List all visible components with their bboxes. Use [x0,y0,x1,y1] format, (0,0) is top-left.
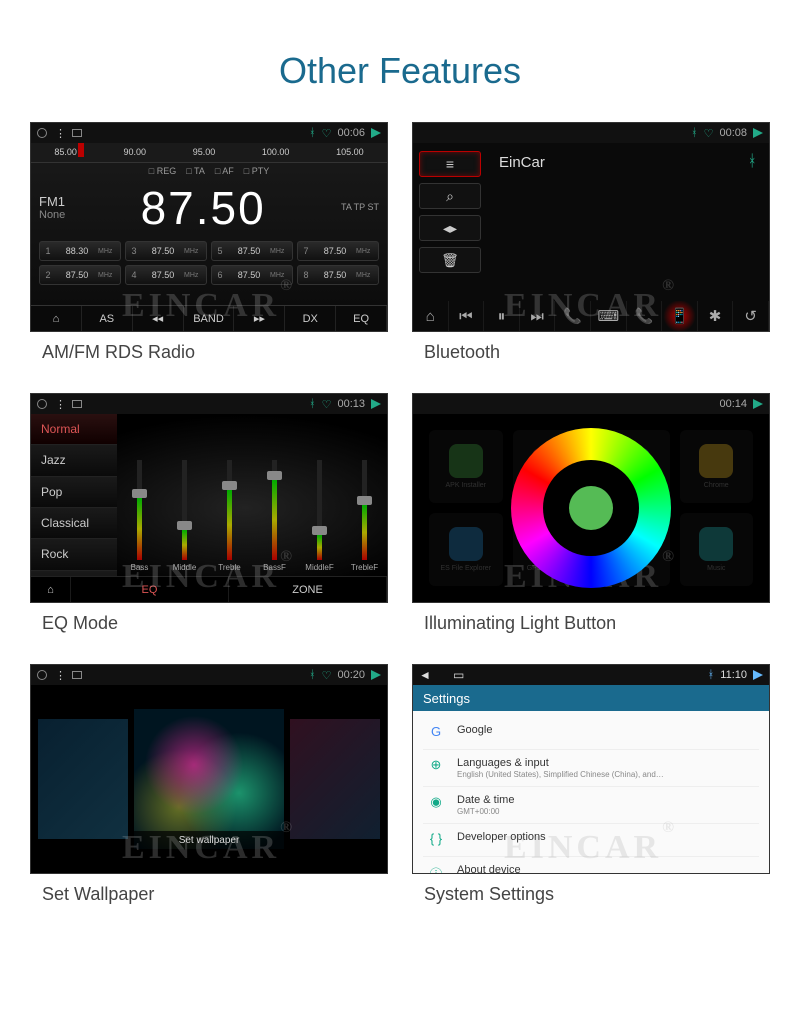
eq-slider[interactable]: TrebleF [352,460,378,572]
bt-nav-button[interactable]: 📞 [555,301,591,331]
eq-preset-item[interactable]: Normal [31,414,117,445]
caption-bluetooth: Bluetooth [412,332,770,373]
bluetooth-icon: ᚼ [691,127,698,139]
status-bar: ⋮ ᚼ♡00:13 [31,394,387,414]
preset-button[interactable]: 287.50MHz [39,265,121,285]
set-wallpaper-button[interactable]: Set wallpaper [134,831,284,849]
eq-slider[interactable]: Middle [172,460,198,572]
status-bar: ◄ ▭ ᚼ11:10 [413,665,769,685]
back-icon[interactable] [753,128,763,138]
signal-flags: TA TP ST [341,202,379,214]
back-icon[interactable] [753,399,763,409]
back-icon[interactable] [371,399,381,409]
eq-slider[interactable]: Bass [127,460,153,572]
eq-preset-item[interactable]: Rock [31,539,117,570]
settings-item[interactable]: GGoogle [423,717,759,750]
bt-nav-button[interactable]: ↺ [733,301,769,331]
preset-button[interactable]: 787.50MHz [297,241,379,261]
eq-preset-item[interactable]: Jazz [31,445,117,476]
caption-radio: AM/FM RDS Radio [30,332,388,373]
eq-preset-item[interactable]: Pop [31,477,117,508]
preset-button[interactable]: 587.50MHz [211,241,293,261]
app-icon[interactable]: Music [680,513,754,586]
card-light: 00:14 APK Installer Chrome ES File Explore… [412,393,770,644]
frequency-dial[interactable]: 85.0090.0095.00100.00105.00 [31,143,387,163]
card-bluetooth: ᚼ♡00:08 ≡⌕◂▸🗑 EinCar ᚼ ⌂⏮⏸⏭📞⌨📞📱✱↺ [412,122,770,373]
caption-settings: System Settings [412,874,770,915]
radio-nav-button[interactable]: BAND [184,306,235,331]
app-icon[interactable]: ES File Explorer [429,513,503,586]
card-wallpaper: ⋮ ᚼ♡00:20 Set wallpaper EINCAR® Set Wall… [30,664,388,915]
bluetooth-device-name: EinCar [499,154,545,171]
settings-item[interactable]: ⓘAbout deviceAndroid 7.1.2 [423,857,759,874]
status-bar: ⋮ ᚼ♡00:20 [31,665,387,685]
wallpaper-thumb-next[interactable] [290,719,380,839]
bt-nav-button[interactable]: ⌂ [413,301,449,331]
preset-button[interactable]: 887.50MHz [297,265,379,285]
status-time: 00:06 [337,127,365,139]
rds-tags: □ REG□ TA□ AF□ PTY [31,163,387,179]
bt-nav-button[interactable]: ✱ [698,301,734,331]
wallpaper-preview[interactable]: Set wallpaper [134,709,284,849]
card-settings: ◄ ▭ ᚼ11:10 Settings GGoogle⊕Languages & … [412,664,770,915]
feature-grid: ⋮ ᚼ♡00:06 85.0090.0095.00100.00105.00 □ … [30,122,770,915]
settings-item[interactable]: ⊕Languages & inputEnglish (United States… [423,750,759,787]
page-title: Other Features [30,50,770,92]
zone-tab[interactable]: ZONE [229,577,387,602]
bt-nav-button[interactable]: 📞 [627,301,663,331]
bt-nav-button[interactable]: ⌨ [591,301,627,331]
wallpaper-thumb-prev[interactable] [38,719,128,839]
band-sub: None [39,209,65,221]
bt-side-button[interactable]: ≡ [419,151,481,177]
back-icon[interactable] [371,670,381,680]
card-radio: ⋮ ᚼ♡00:06 85.0090.0095.00100.00105.00 □ … [30,122,388,373]
radio-nav-button[interactable]: ▸▸ [234,306,285,331]
bt-side-button[interactable]: ⌕ [419,183,481,209]
eq-tab[interactable]: EQ [71,577,229,602]
bt-nav-button[interactable]: 📱 [662,301,698,331]
bt-nav-button[interactable]: ⏭ [520,301,556,331]
app-icon[interactable]: APK Installer [429,430,503,503]
card-eq: ⋮ ᚼ♡00:13 NormalJazzPopClassicalRockNews… [30,393,388,644]
status-bar: ⋮ ᚼ♡00:06 [31,123,387,143]
caption-light: Illuminating Light Button [412,603,770,644]
color-center[interactable] [569,486,613,530]
radio-nav-button[interactable]: EQ [336,306,387,331]
eq-preset-item[interactable]: Classical [31,508,117,539]
eq-slider[interactable]: MiddleF [307,460,333,572]
radio-nav-button[interactable]: ◂◂ [133,306,184,331]
settings-item[interactable]: { }Developer options [423,824,759,857]
bt-side-button[interactable]: ◂▸ [419,215,481,241]
radio-nav-button[interactable]: DX [285,306,336,331]
back-icon[interactable] [753,670,763,680]
status-bar: ᚼ♡00:08 [413,123,769,143]
eq-slider[interactable]: BassF [262,460,288,572]
radio-nav-button[interactable]: ⌂ [31,306,82,331]
bluetooth-icon: ᚼ [309,127,316,139]
bluetooth-icon: ᚼ [747,153,757,171]
bt-nav-button[interactable]: ⏸ [484,301,520,331]
preset-button[interactable]: 687.50MHz [211,265,293,285]
settings-item[interactable]: ◉Date & timeGMT+00:00 [423,787,759,824]
settings-header: Settings [413,685,769,711]
bt-nav-button[interactable]: ⏮ [449,301,485,331]
home-button[interactable]: ⌂ [31,577,71,602]
color-wheel[interactable] [511,428,671,588]
status-bar: 00:14 [413,394,769,414]
radio-nav-button[interactable]: AS [82,306,133,331]
preset-button[interactable]: 188.30MHz [39,241,121,261]
heart-icon: ♡ [322,127,332,140]
bt-side-button[interactable]: 🗑 [419,247,481,273]
preset-button[interactable]: 487.50MHz [125,265,207,285]
preset-button[interactable]: 387.50MHz [125,241,207,261]
caption-eq: EQ Mode [30,603,388,644]
back-icon[interactable] [371,128,381,138]
app-icon[interactable]: Chrome [680,430,754,503]
eq-slider[interactable]: Treble [217,460,243,572]
caption-wallpaper: Set Wallpaper [30,874,388,915]
band-label: FM1 [39,195,65,209]
frequency-display: 87.50 [65,181,341,235]
